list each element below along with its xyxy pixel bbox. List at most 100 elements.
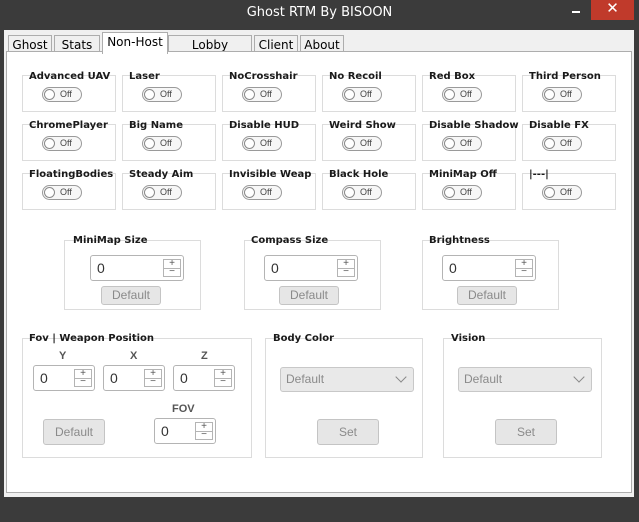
- brightness-stepper: + −: [515, 259, 533, 277]
- fov-value: 0: [161, 423, 169, 439]
- toggle-switch-invisible-weap[interactable]: Off: [242, 185, 282, 200]
- toggle-switch-black-hole[interactable]: Off: [342, 185, 382, 200]
- toggle-state: Off: [160, 187, 172, 197]
- toggle-state: Off: [360, 138, 372, 148]
- close-button[interactable]: ✕: [591, 0, 634, 20]
- tab-non-host[interactable]: Non-Host: [102, 32, 168, 54]
- close-icon: ✕: [606, 0, 619, 17]
- chevron-down-icon: [395, 371, 407, 383]
- toggle-label: Laser: [129, 71, 160, 82]
- brightness-input[interactable]: 0 + −: [442, 255, 536, 281]
- compass-default-button[interactable]: Default: [279, 286, 339, 305]
- toggle-switch-placeholder[interactable]: Off: [542, 185, 582, 200]
- toggle-switch-disable-hud[interactable]: Off: [242, 136, 282, 151]
- toggle-switch-steady-aim[interactable]: Off: [142, 185, 182, 200]
- decrement-icon[interactable]: −: [338, 267, 354, 277]
- toggle-knob: [144, 138, 155, 149]
- toggle-switch-big-name[interactable]: Off: [142, 136, 182, 151]
- toggle-state: Off: [60, 89, 72, 99]
- title-bar[interactable]: Ghost RTM By BISOON ✕: [0, 0, 639, 26]
- toggle-switch-weird-show[interactable]: Off: [342, 136, 382, 151]
- client-area: Ghost Stats Non-Host Lobby Setting Clien…: [4, 30, 634, 497]
- fov-stepper: + −: [195, 422, 213, 440]
- decrement-icon[interactable]: −: [164, 267, 180, 277]
- toggle-knob: [544, 187, 555, 198]
- decrement-icon[interactable]: −: [516, 267, 532, 277]
- toggle-state: Off: [260, 187, 272, 197]
- minimize-button[interactable]: [562, 0, 590, 20]
- toggle-knob: [444, 187, 455, 198]
- y-position-input[interactable]: 0 + −: [33, 365, 95, 391]
- minimize-icon: [572, 11, 580, 13]
- toggle-label: Disable Shadow: [429, 120, 519, 131]
- toggle-switch-no-recoil[interactable]: Off: [342, 87, 382, 102]
- z-position-stepper: + −: [214, 369, 232, 387]
- x-position-input[interactable]: 0 + −: [103, 365, 165, 391]
- fov-label: FOV: [172, 403, 195, 415]
- toggle-switch-third-person[interactable]: Off: [542, 87, 582, 102]
- decrement-icon[interactable]: −: [75, 377, 91, 387]
- toggle-switch-minimap-off[interactable]: Off: [442, 185, 482, 200]
- fov-default-button[interactable]: Default: [43, 419, 105, 445]
- body-color-label: Body Color: [273, 333, 335, 344]
- toggle-switch-floatingbodies[interactable]: Off: [42, 185, 82, 200]
- toggle-knob: [444, 138, 455, 149]
- body-color-set-button[interactable]: Set: [317, 419, 379, 445]
- vision-select[interactable]: Default: [458, 367, 592, 392]
- toggle-state: Off: [560, 187, 572, 197]
- x-axis-label: X: [130, 350, 138, 362]
- brightness-default-button[interactable]: Default: [457, 286, 517, 305]
- y-position-stepper: + −: [74, 369, 92, 387]
- toggle-label: Red Box: [429, 71, 476, 82]
- toggle-label: Big Name: [129, 120, 184, 131]
- toggle-switch-red-box[interactable]: Off: [442, 87, 482, 102]
- decrement-icon[interactable]: −: [196, 430, 212, 440]
- vision-selected: Default: [464, 372, 503, 386]
- y-axis-label: Y: [59, 350, 67, 362]
- toggle-label: ChromePlayer: [29, 120, 108, 131]
- toggle-label: NoCrosshair: [229, 71, 298, 82]
- toggle-switch-nocrosshair[interactable]: Off: [242, 87, 282, 102]
- toggle-knob: [144, 89, 155, 100]
- toggle-switch-advanced-uav[interactable]: Off: [42, 87, 82, 102]
- toggle-state: Off: [560, 89, 572, 99]
- minimap-size-label: MiniMap Size: [73, 235, 148, 246]
- toggle-label: Third Person: [529, 71, 601, 82]
- z-position-value: 0: [180, 370, 188, 386]
- minimap-size-input[interactable]: 0 + −: [90, 255, 184, 281]
- toggle-switch-disable-shadow[interactable]: Off: [442, 136, 482, 151]
- minimap-size-value: 0: [97, 260, 105, 276]
- minimap-default-button[interactable]: Default: [101, 286, 161, 305]
- toggle-state: Off: [360, 89, 372, 99]
- toggle-state: Off: [460, 89, 472, 99]
- vision-set-button[interactable]: Set: [495, 419, 557, 445]
- toggle-state: Off: [60, 187, 72, 197]
- toggle-state: Off: [160, 138, 172, 148]
- compass-size-input[interactable]: 0 + −: [264, 255, 358, 281]
- toggle-switch-disable-fx[interactable]: Off: [542, 136, 582, 151]
- decrement-icon[interactable]: −: [145, 377, 161, 387]
- toggle-label: Weird Show: [329, 120, 396, 131]
- toggle-switch-laser[interactable]: Off: [142, 87, 182, 102]
- fov-weapon-label: Fov | Weapon Position: [29, 333, 155, 344]
- decrement-icon[interactable]: −: [215, 377, 231, 387]
- toggle-state: Off: [460, 138, 472, 148]
- x-position-value: 0: [110, 370, 118, 386]
- toggle-state: Off: [260, 138, 272, 148]
- toggle-knob: [44, 187, 55, 198]
- fov-input[interactable]: 0 + −: [154, 418, 216, 444]
- brightness-label: Brightness: [429, 235, 490, 246]
- toggle-switch-chromeplayer[interactable]: Off: [42, 136, 82, 151]
- toggle-label: Advanced UAV: [29, 71, 111, 82]
- compass-size-value: 0: [271, 260, 279, 276]
- z-position-input[interactable]: 0 + −: [173, 365, 235, 391]
- toggle-knob: [244, 89, 255, 100]
- toggle-state: Off: [360, 187, 372, 197]
- status-bar: [0, 497, 639, 522]
- vision-label: Vision: [451, 333, 486, 344]
- body-color-select[interactable]: Default: [280, 367, 414, 392]
- toggle-knob: [444, 89, 455, 100]
- toggle-knob: [144, 187, 155, 198]
- window-title: Ghost RTM By BISOON: [246, 5, 393, 20]
- toggle-label: Steady Aim: [129, 169, 194, 180]
